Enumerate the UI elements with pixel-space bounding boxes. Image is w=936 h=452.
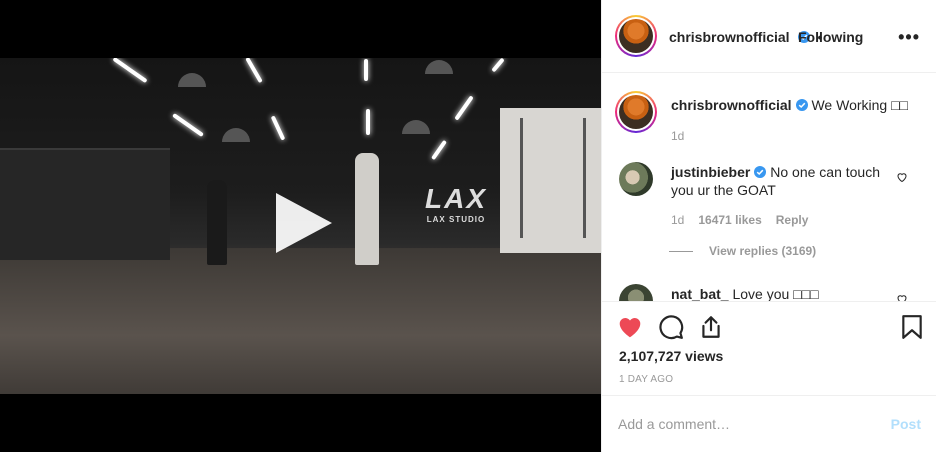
ceiling-light bbox=[364, 59, 368, 81]
comment-like-heart-icon[interactable] bbox=[896, 171, 908, 183]
comment-input[interactable] bbox=[618, 413, 868, 435]
comment-text: Love you □□□ bbox=[732, 286, 819, 301]
caption-time[interactable]: 1d bbox=[671, 129, 684, 143]
pendant-lamp bbox=[402, 120, 430, 134]
caption-avatar[interactable] bbox=[615, 91, 657, 133]
floor bbox=[0, 248, 601, 394]
caption: chrisbrownofficial We Working □□ bbox=[671, 96, 908, 114]
doorway bbox=[500, 108, 601, 253]
ceiling-light bbox=[454, 95, 474, 121]
ceiling-light bbox=[112, 58, 148, 84]
add-comment-bar: Post bbox=[602, 395, 936, 452]
bookmark-icon[interactable] bbox=[899, 314, 925, 340]
like-heart-icon[interactable] bbox=[617, 314, 643, 340]
studio-logo: LAX LAX STUDIO bbox=[425, 183, 487, 224]
pendant-lamp bbox=[425, 60, 453, 74]
post-actions: 2,107,727 views 1 DAY AGO bbox=[602, 301, 936, 395]
reply-button[interactable]: Reply bbox=[776, 213, 809, 227]
mirror-wall bbox=[0, 148, 170, 260]
post-button[interactable]: Post bbox=[891, 416, 921, 432]
avatar[interactable] bbox=[615, 15, 657, 57]
ceiling-light bbox=[270, 115, 286, 141]
more-options-icon[interactable]: ••• bbox=[898, 27, 920, 48]
ceiling-light bbox=[491, 58, 505, 73]
post-header: chrisbrownofficial • Following ••• bbox=[602, 0, 936, 73]
comment-username[interactable]: justinbieber bbox=[671, 164, 750, 180]
ceiling-light bbox=[172, 113, 204, 137]
post-time[interactable]: 1 DAY AGO bbox=[619, 374, 673, 385]
comment-time[interactable]: 1d bbox=[671, 213, 684, 227]
ceiling-light bbox=[431, 139, 447, 161]
view-replies-button[interactable]: View replies (3169) bbox=[669, 244, 816, 258]
verified-badge-icon bbox=[795, 99, 808, 111]
comment-username[interactable]: nat_bat_ bbox=[671, 286, 729, 301]
comments-list[interactable]: chrisbrownofficial We Working □□ 1d just… bbox=[602, 73, 936, 301]
comment-text-line1: No one can touch bbox=[770, 164, 880, 180]
comment-body: justinbieber No one can touch you ur the… bbox=[671, 163, 891, 199]
caption-text: We Working □□ bbox=[811, 97, 908, 113]
comment-avatar[interactable] bbox=[619, 284, 653, 301]
comment-likes[interactable]: 16471 likes bbox=[698, 213, 761, 227]
caption-username[interactable]: chrisbrownofficial bbox=[671, 97, 792, 113]
following-button[interactable]: Following bbox=[798, 29, 863, 45]
ceiling-light bbox=[366, 109, 370, 135]
video-player[interactable]: LAX LAX STUDIO bbox=[0, 0, 601, 452]
pendant-lamp bbox=[178, 73, 206, 87]
dancer-left bbox=[207, 180, 227, 265]
comment-body: nat_bat_ Love you □□□ bbox=[671, 285, 819, 301]
comment-icon[interactable] bbox=[658, 314, 684, 340]
comment-text-line2: you ur the GOAT bbox=[671, 182, 776, 198]
header-username[interactable]: chrisbrownofficial bbox=[669, 29, 790, 45]
dancer-right bbox=[355, 153, 379, 265]
post-sidebar: chrisbrownofficial • Following ••• chris… bbox=[601, 0, 936, 452]
ceiling-light bbox=[245, 58, 263, 84]
view-count[interactable]: 2,107,727 views bbox=[619, 348, 723, 364]
verified-badge-icon bbox=[754, 166, 767, 178]
pendant-lamp bbox=[222, 128, 250, 142]
comment-like-heart-icon[interactable] bbox=[896, 293, 908, 301]
play-icon[interactable] bbox=[272, 191, 336, 255]
comment-avatar[interactable] bbox=[619, 162, 653, 196]
comment-meta: 1d 16471 likes Reply bbox=[671, 213, 808, 227]
share-icon[interactable] bbox=[698, 314, 724, 340]
